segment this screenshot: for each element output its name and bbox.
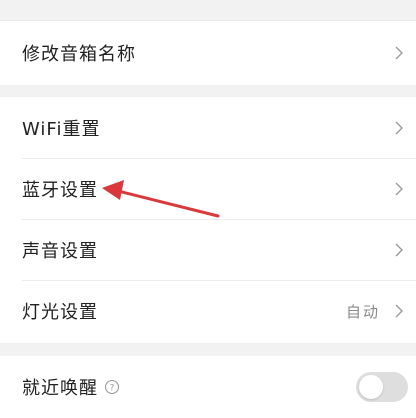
sound-settings-row[interactable]: 声音设置 [0,221,416,279]
chevron-right-icon [395,182,403,196]
chevron-right-icon [395,304,403,318]
light-settings-label: 灯光设置 [22,302,98,323]
row-divider [22,280,416,281]
row-divider [22,158,416,159]
wifi-reset-label: WiFi重置 [22,119,101,140]
bluetooth-settings-label: 蓝牙设置 [22,180,98,201]
near-wake-row: 就近唤醒 ? [0,358,416,416]
question-circle-icon[interactable]: ? [104,379,120,395]
sound-settings-label: 声音设置 [22,241,98,262]
light-mode-value: 自动 [345,302,380,321]
near-wake-label: 就近唤醒 [22,378,98,399]
near-wake-toggle[interactable] [356,372,408,402]
chevron-right-icon [395,243,403,257]
wifi-reset-row[interactable]: WiFi重置 [0,99,416,157]
settings-page: 修改音箱名称 WiFi重置 蓝牙设置 声音设置 灯光设置 自动 就近唤醒 ? [0,0,416,418]
row-divider [22,219,416,220]
toggle-knob [359,375,383,399]
svg-text:?: ? [110,384,115,394]
rename-speaker-label: 修改音箱名称 [22,44,136,65]
rename-speaker-row[interactable]: 修改音箱名称 [0,24,416,82]
chevron-right-icon [395,121,403,135]
bluetooth-settings-row[interactable]: 蓝牙设置 [0,160,416,218]
light-settings-row[interactable]: 灯光设置 自动 [0,282,416,340]
chevron-right-icon [395,46,403,60]
